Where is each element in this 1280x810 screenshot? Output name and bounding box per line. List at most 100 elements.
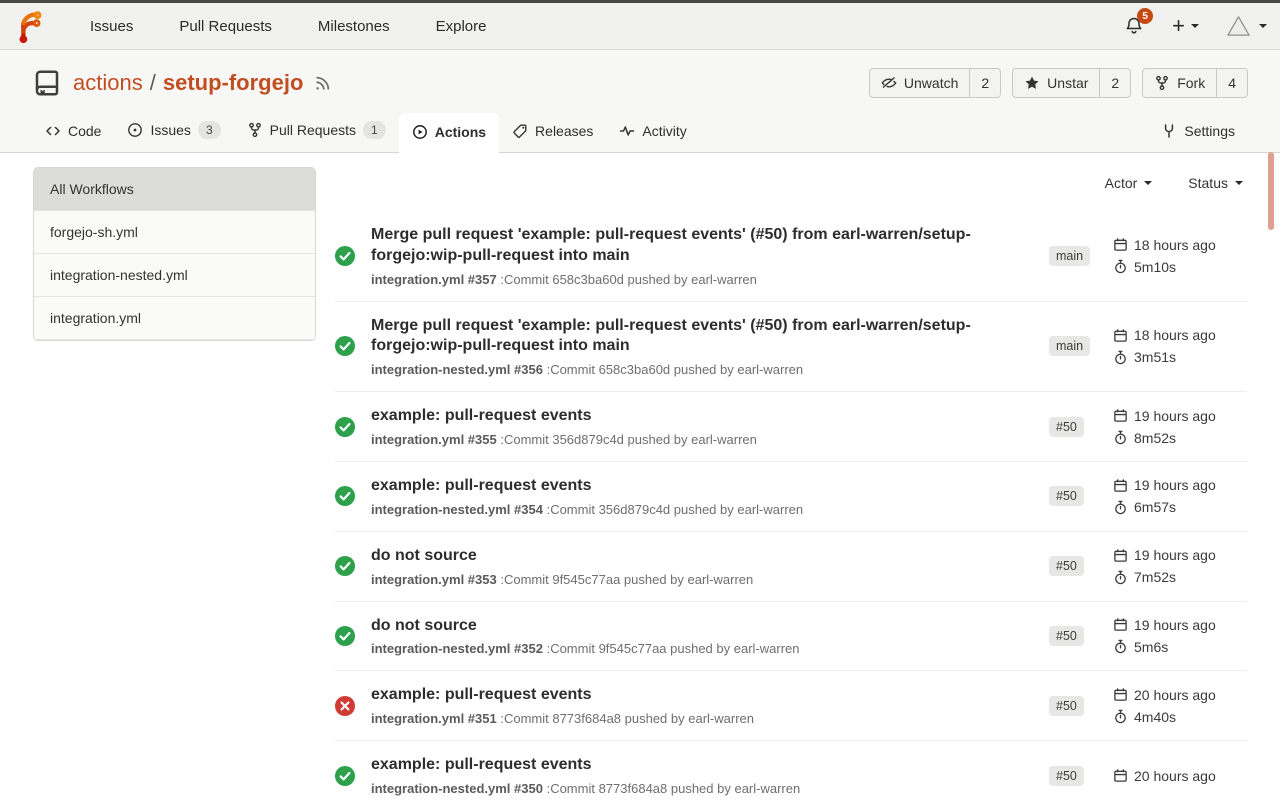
run-meta: 19 hours ago 6m57s (1113, 477, 1247, 515)
run-title-link[interactable]: example: pull-request events (371, 406, 1011, 427)
workflow-run-row: do not source integration.yml #353 :Comm… (335, 531, 1247, 601)
run-status-icon (335, 556, 355, 576)
nav-link-milestones[interactable]: Milestones (295, 18, 413, 35)
tab-label: Settings (1184, 123, 1235, 139)
unstar-button[interactable]: Unstar 2 (1012, 68, 1131, 98)
user-menu-button[interactable] (1225, 13, 1267, 40)
run-ref-badge[interactable]: #50 (1049, 626, 1084, 646)
run-meta: 18 hours ago 5m10s (1113, 237, 1247, 275)
calendar-icon (1113, 478, 1128, 493)
run-meta: 18 hours ago 3m51s (1113, 327, 1247, 365)
run-status-icon (335, 336, 355, 356)
run-ref-badge[interactable]: #50 (1049, 486, 1084, 506)
run-workflow-ref: integration-nested.yml #356 (371, 362, 543, 377)
run-title-link[interactable]: example: pull-request events (371, 476, 1011, 497)
run-time: 20 hours ago (1113, 687, 1247, 703)
tab-label: Code (68, 123, 101, 139)
nav-link-issues[interactable]: Issues (67, 18, 156, 35)
runs-panel: Actor Status (335, 167, 1247, 810)
run-status-icon (335, 626, 355, 646)
sidebar-workflow-item[interactable]: All Workflows (34, 168, 315, 211)
stopwatch-icon (1113, 570, 1128, 585)
run-commit-info: :Commit 9f545c77aa pushed by earl-warren (547, 641, 800, 656)
run-time: 18 hours ago (1113, 327, 1247, 343)
fork-button[interactable]: Fork 4 (1142, 68, 1248, 98)
eye-slash-icon (881, 75, 897, 91)
run-status-icon (335, 696, 355, 716)
unwatch-button[interactable]: Unwatch 2 (869, 68, 1001, 98)
run-title-link[interactable]: Merge pull request 'example: pull-reques… (371, 316, 1011, 358)
run-duration: 8m52s (1113, 430, 1247, 446)
run-duration: 5m10s (1113, 259, 1247, 275)
sidebar-workflow-item[interactable]: integration.yml (34, 297, 315, 340)
create-new-button[interactable]: + (1172, 15, 1199, 37)
breadcrumb: actions / setup-forgejo (73, 70, 303, 96)
run-title-link[interactable]: do not source (371, 616, 1011, 637)
rss-icon[interactable] (314, 74, 332, 92)
tab-releases[interactable]: Releases (499, 112, 606, 152)
fork-label: Fork (1177, 75, 1205, 91)
tab-settings[interactable]: Settings (1148, 112, 1248, 152)
run-subtitle: integration-nested.yml #354 :Commit 356d… (371, 502, 1021, 517)
breadcrumb-owner-link[interactable]: actions (73, 70, 143, 96)
run-commit-info: :Commit 356d879c4d pushed by earl-warren (547, 502, 804, 517)
run-time: 19 hours ago (1113, 547, 1247, 563)
avatar (1225, 13, 1252, 40)
run-subtitle: integration-nested.yml #350 :Commit 8773… (371, 781, 1021, 796)
run-ref-badge[interactable]: #50 (1049, 766, 1084, 786)
pull-request-icon (247, 122, 263, 138)
forgejo-logo-icon[interactable] (13, 9, 47, 43)
run-ref-badge[interactable]: #50 (1049, 417, 1084, 437)
run-commit-info: :Commit 8773f684a8 pushed by earl-warren (500, 711, 754, 726)
repo-header: actions / setup-forgejo Unwatch (0, 50, 1280, 153)
workflow-run-row: Merge pull request 'example: pull-reques… (335, 301, 1247, 392)
nav-link-pull-requests[interactable]: Pull Requests (156, 18, 295, 35)
run-subtitle: integration.yml #355 :Commit 356d879c4d … (371, 432, 1021, 447)
tab-code[interactable]: Code (32, 112, 114, 152)
run-workflow-ref: integration.yml #351 (371, 711, 497, 726)
run-time: 18 hours ago (1113, 237, 1247, 253)
run-workflow-ref: integration-nested.yml #350 (371, 781, 543, 796)
calendar-icon (1113, 768, 1128, 783)
nav-link-explore[interactable]: Explore (413, 18, 510, 35)
status-filter-dropdown[interactable]: Status (1188, 175, 1243, 191)
run-ref-badge[interactable]: main (1049, 336, 1090, 356)
tab-activity[interactable]: Activity (606, 112, 699, 152)
run-title-link[interactable]: do not source (371, 546, 1011, 567)
run-duration: 5m6s (1113, 639, 1247, 655)
tab-actions[interactable]: Actions (399, 113, 499, 153)
sidebar-workflow-item[interactable]: integration-nested.yml (34, 254, 315, 297)
run-subtitle: integration-nested.yml #352 :Commit 9f54… (371, 641, 1021, 656)
run-subtitle: integration-nested.yml #356 :Commit 658c… (371, 362, 1021, 377)
workflow-run-row: example: pull-request events integration… (335, 461, 1247, 531)
tab-pull-requests[interactable]: Pull Requests 1 (234, 110, 399, 152)
stopwatch-icon (1113, 639, 1128, 654)
run-workflow-ref: integration.yml #355 (371, 432, 497, 447)
calendar-icon (1113, 548, 1128, 563)
top-navbar: Issues Pull Requests Milestones Explore … (0, 3, 1280, 50)
run-ref-badge[interactable]: main (1049, 246, 1090, 266)
run-commit-info: :Commit 658c3ba60d pushed by earl-warren (500, 272, 757, 287)
run-ref-badge[interactable]: #50 (1049, 696, 1084, 716)
run-status-icon (335, 766, 355, 786)
watchers-count[interactable]: 2 (969, 69, 1000, 97)
workflows-sidebar: All Workflows forgejo-sh.yml integration… (33, 167, 316, 341)
scrollbar-thumb[interactable] (1268, 152, 1274, 230)
stars-count[interactable]: 2 (1099, 69, 1130, 97)
run-duration: 3m51s (1113, 349, 1247, 365)
tab-issues[interactable]: Issues 3 (114, 110, 233, 152)
notifications-button[interactable]: 5 (1124, 16, 1144, 36)
code-icon (45, 123, 61, 139)
run-meta: 20 hours ago 4m40s (1113, 687, 1247, 725)
breadcrumb-repo-link[interactable]: setup-forgejo (163, 70, 304, 96)
actor-filter-dropdown[interactable]: Actor (1105, 175, 1153, 191)
run-ref-badge[interactable]: #50 (1049, 556, 1084, 576)
sidebar-workflow-item[interactable]: forgejo-sh.yml (34, 211, 315, 254)
run-title-link[interactable]: example: pull-request events (371, 685, 1011, 706)
chevron-down-icon (1191, 24, 1199, 32)
run-status-icon (335, 486, 355, 506)
run-title-link[interactable]: example: pull-request events (371, 755, 1011, 776)
forks-count[interactable]: 4 (1216, 69, 1247, 97)
run-title-link[interactable]: Merge pull request 'example: pull-reques… (371, 225, 1011, 267)
stopwatch-icon (1113, 350, 1128, 365)
